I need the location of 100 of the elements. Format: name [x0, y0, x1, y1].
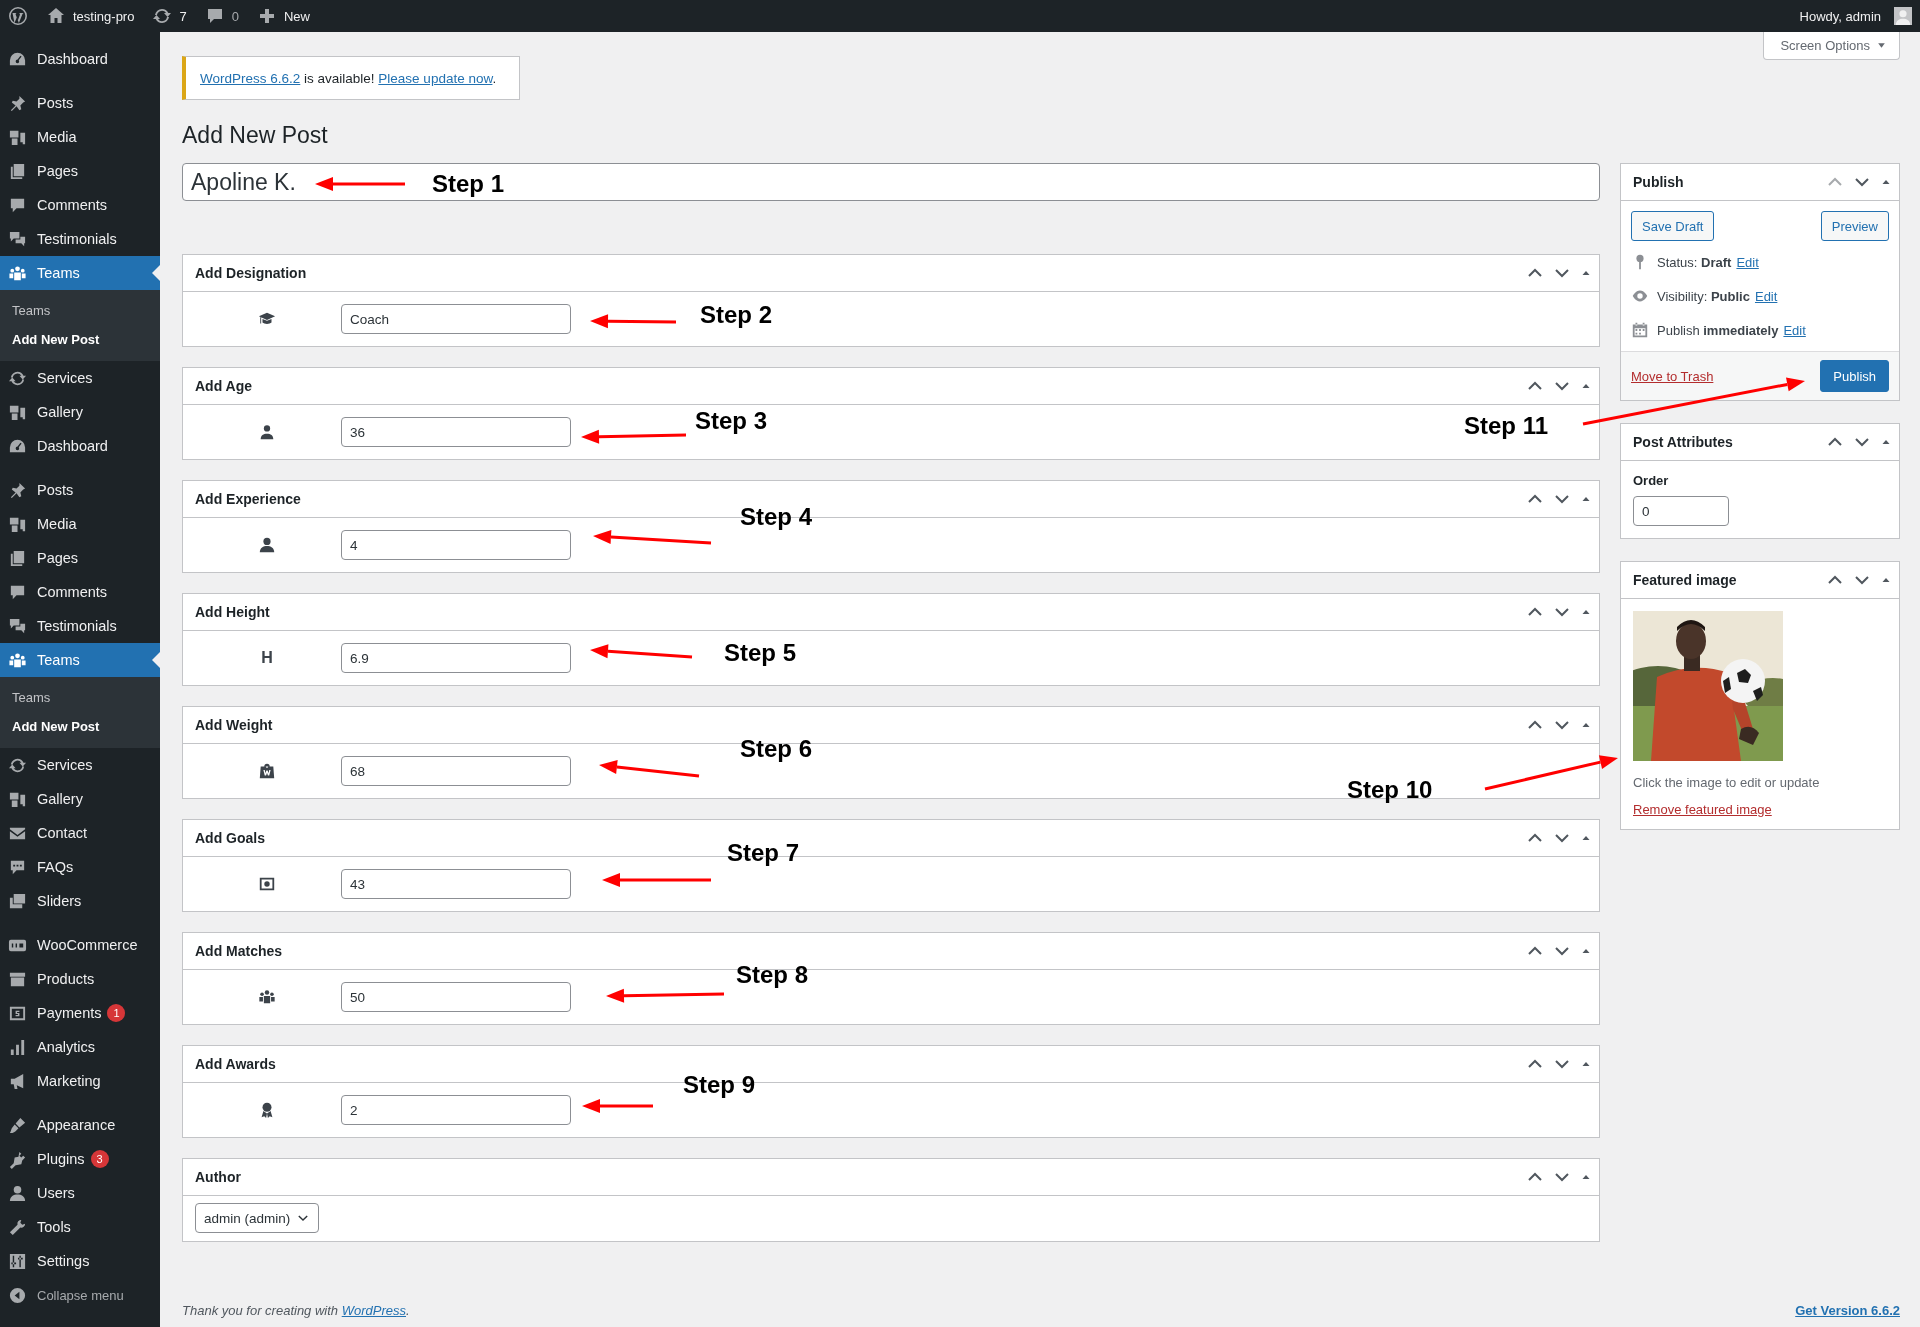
account-link[interactable]: Howdy, admin: [1799, 7, 1912, 25]
plug-icon: [8, 1149, 27, 1169]
count-badge: 1: [107, 1004, 126, 1022]
menu-item[interactable]: Gallery: [0, 395, 160, 429]
menu-item[interactable]: Products: [0, 962, 160, 996]
submenu-item[interactable]: Add New Post: [0, 325, 160, 354]
updates-link[interactable]: 7: [152, 6, 187, 26]
version-link[interactable]: WordPress 6.6.2: [200, 70, 301, 86]
input-field[interactable]: 68: [341, 756, 571, 786]
metabox-title: Add Height: [195, 604, 270, 620]
home-icon: [46, 6, 66, 26]
menu-item[interactable]: Payments 1: [0, 996, 160, 1030]
input-field[interactable]: 43: [341, 869, 571, 899]
menu-item[interactable]: WooCommerce: [0, 928, 160, 962]
footer-link[interactable]: WordPress: [341, 1303, 406, 1318]
group-icon: [258, 988, 276, 1006]
input-field[interactable]: Coach: [341, 304, 571, 334]
menu-item[interactable]: Pages: [0, 541, 160, 575]
new-link[interactable]: New: [256, 6, 310, 26]
input-field[interactable]: 4: [341, 530, 571, 560]
edit-link[interactable]: Edit: [1736, 254, 1759, 270]
publish-button[interactable]: Publish: [1820, 360, 1889, 392]
input-field[interactable]: 36: [341, 417, 571, 447]
edit-link[interactable]: Edit: [1754, 288, 1778, 304]
refresh-icon: [152, 6, 173, 26]
metabox-title: Add Experience: [195, 491, 301, 507]
slides-icon: [8, 891, 27, 911]
preview-button[interactable]: Preview: [1820, 211, 1889, 241]
menu-item[interactable]: Media: [0, 120, 160, 154]
wrench-icon: [8, 1217, 27, 1237]
metabox-title: Add Weight: [195, 717, 273, 733]
menu-item[interactable]: Dashboard: [0, 429, 160, 463]
status-text: Publish immediately: [1657, 322, 1779, 338]
edit-link[interactable]: Edit: [1783, 322, 1806, 338]
site-link[interactable]: testing-pro: [46, 6, 135, 26]
menu-item[interactable]: Pages: [0, 154, 160, 188]
collapse-menu-button[interactable]: Collapse menu: [0, 1278, 160, 1312]
menu-item[interactable]: Posts: [0, 86, 160, 120]
avatar-icon: [1894, 7, 1912, 25]
pages-icon: [8, 161, 27, 181]
menu-item[interactable]: Testimonials: [0, 609, 160, 643]
status-text: Status: Draft: [1657, 254, 1732, 270]
menu-item[interactable]: Users: [0, 1176, 160, 1210]
menu-item[interactable]: Dashboard: [0, 42, 160, 76]
menu-item[interactable]: Comments: [0, 575, 160, 609]
step-label: Step 11: [1464, 411, 1549, 441]
collapse-icon: [8, 1285, 27, 1305]
comments-link[interactable]: 0: [204, 6, 239, 26]
input-field[interactable]: 50: [341, 982, 571, 1012]
order-field[interactable]: 0: [1633, 496, 1729, 526]
author-select[interactable]: admin (admin): [195, 1203, 320, 1233]
count-badge: 3: [90, 1150, 109, 1168]
wordpress-logo-icon[interactable]: [8, 6, 28, 26]
menu-item[interactable]: Marketing: [0, 1064, 160, 1098]
menu-item[interactable]: Services: [0, 361, 160, 395]
input-field[interactable]: 6.9: [341, 643, 571, 673]
menu-item[interactable]: Teams: [0, 256, 160, 290]
step-label: Step 3: [695, 406, 768, 436]
image-caption: Click the image to edit or update: [1633, 775, 1820, 790]
order-label: Order: [1633, 473, 1669, 488]
metabox-title: Add Designation: [195, 265, 307, 281]
menu-item[interactable]: Testimonials: [0, 222, 160, 256]
user-icon: [258, 536, 276, 554]
box-title: Featured image: [1633, 572, 1737, 588]
input-field[interactable]: 2: [341, 1095, 571, 1125]
metabox-title: Add Age: [195, 378, 253, 394]
person-icon: [258, 423, 276, 441]
menu-item[interactable]: Settings: [0, 1244, 160, 1278]
pushpin-icon: [8, 480, 27, 500]
step-label: Step 8: [736, 960, 809, 990]
screen-options-button[interactable]: Screen Options: [1763, 32, 1900, 60]
menu-item[interactable]: Sliders: [0, 884, 160, 918]
step-label: Step 6: [740, 734, 813, 764]
submenu-item[interactable]: Add New Post: [0, 712, 160, 741]
box-title: Post Attributes: [1633, 434, 1733, 450]
menu-item[interactable]: Contact: [0, 816, 160, 850]
sliders-icon: [8, 1251, 27, 1271]
menu-item[interactable]: Plugins 3: [0, 1142, 160, 1176]
calendar-icon: [1631, 321, 1649, 339]
user-icon: [8, 1183, 27, 1203]
remove-image-link[interactable]: Remove featured image: [1633, 802, 1772, 817]
menu-item[interactable]: FAQs: [0, 850, 160, 884]
menu-item[interactable]: Services: [0, 748, 160, 782]
menu-item[interactable]: Tools: [0, 1210, 160, 1244]
move-to-trash-link[interactable]: Move to Trash: [1631, 368, 1714, 384]
menu-item[interactable]: Teams: [0, 643, 160, 677]
save-draft-button[interactable]: Save Draft: [1631, 211, 1715, 241]
menu-item[interactable]: Media: [0, 507, 160, 541]
submenu-item[interactable]: Teams: [0, 296, 160, 325]
menu-item[interactable]: Posts: [0, 473, 160, 507]
pages-icon: [8, 548, 27, 568]
submenu-item[interactable]: Teams: [0, 683, 160, 712]
version-link[interactable]: Get Version 6.6.2: [1795, 1303, 1900, 1318]
group-icon: [8, 650, 27, 670]
menu-item[interactable]: Comments: [0, 188, 160, 222]
menu-item[interactable]: Analytics: [0, 1030, 160, 1064]
step-label: Step 7: [727, 838, 800, 868]
menu-item[interactable]: Appearance: [0, 1108, 160, 1142]
menu-item[interactable]: Gallery: [0, 782, 160, 816]
metabox-title: Add Matches: [195, 943, 283, 959]
